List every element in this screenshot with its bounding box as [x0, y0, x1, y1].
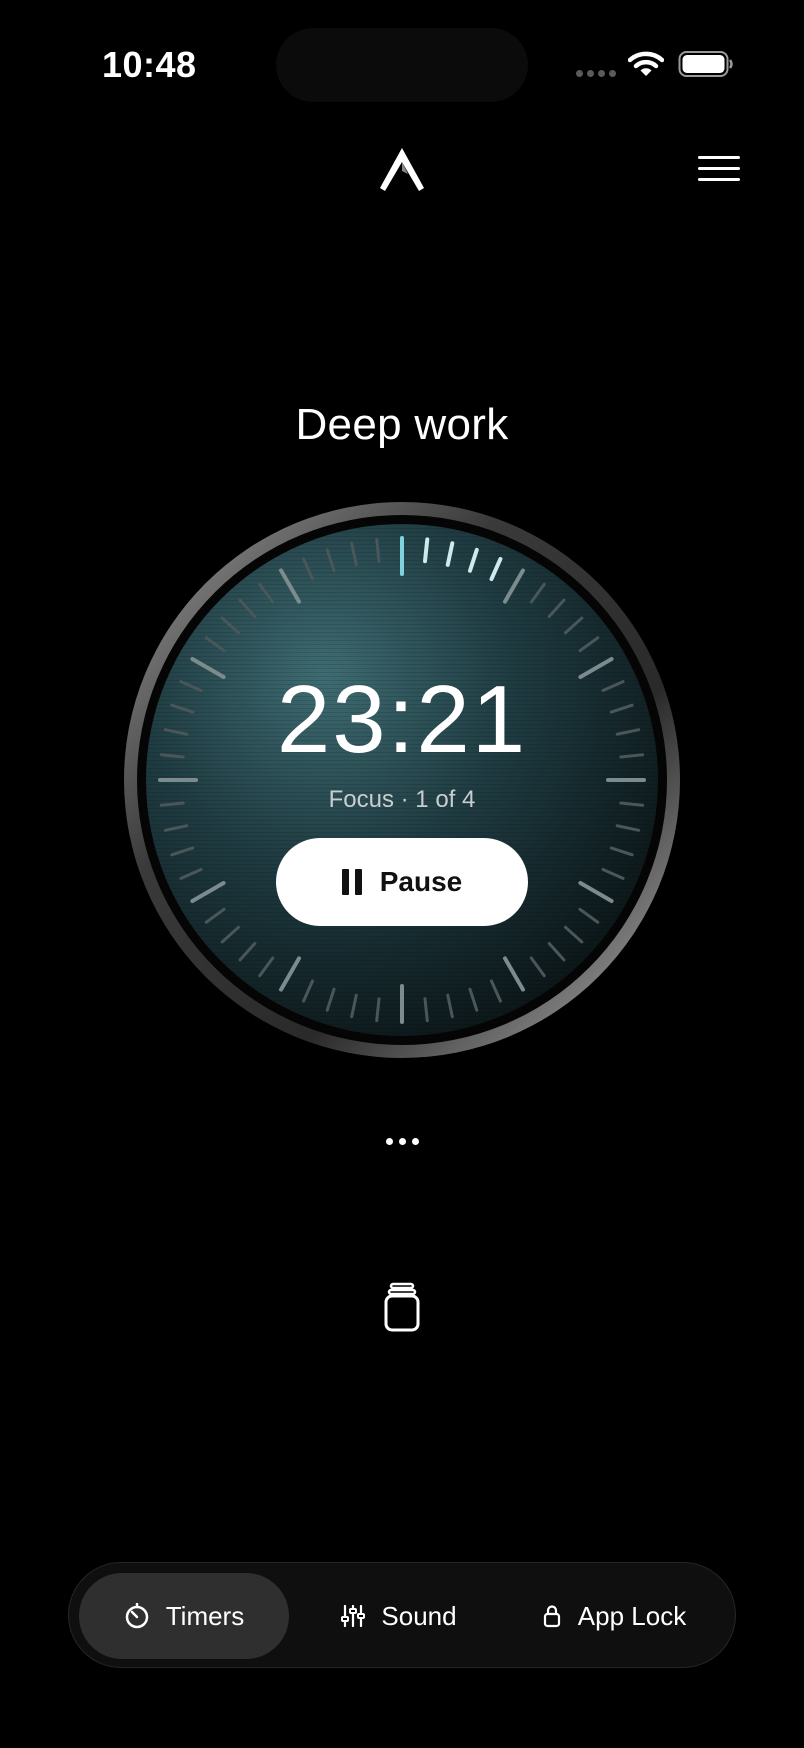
tab-label-app-lock: App Lock [577, 1600, 687, 1631]
battery-icon [678, 51, 733, 77]
tab-sound[interactable]: Sound [299, 1573, 499, 1659]
tab-timers[interactable]: Timers [79, 1573, 289, 1659]
sliders-icon [341, 1604, 366, 1628]
screen: 10:48 Deep work 23:21 Focus · 1 of 4 Pau… [0, 0, 804, 1748]
timer-icon [125, 1603, 148, 1629]
wifi-icon [628, 51, 664, 76]
pause-icon [341, 869, 362, 895]
lock-icon [543, 1605, 560, 1628]
cellular-signal-icon [576, 70, 616, 78]
tab-label-sound: Sound [381, 1600, 457, 1631]
ellipsis-icon[interactable] [384, 1136, 420, 1148]
dial-graphic [124, 502, 680, 1058]
time-remaining: 23:21 [276, 666, 528, 773]
jar-icon[interactable] [380, 1282, 424, 1332]
dynamic-island [276, 28, 528, 102]
hamburger-menu-icon[interactable] [698, 156, 740, 182]
pause-label: Pause [379, 866, 463, 897]
tab-label-timers: Timers [165, 1600, 245, 1631]
pause-button[interactable]: Pause [276, 838, 528, 926]
chevron-logo-icon [380, 148, 424, 191]
timer-dial [122, 500, 682, 1060]
tab-bar: Timers Sound App Lock [68, 1562, 736, 1668]
tab-app-lock[interactable]: App Lock [509, 1573, 719, 1659]
session-title: Deep work [295, 400, 509, 449]
dial-tick [422, 537, 430, 564]
status-time: 10:48 [102, 44, 197, 85]
session-subtitle: Focus · 1 of 4 [328, 786, 476, 813]
